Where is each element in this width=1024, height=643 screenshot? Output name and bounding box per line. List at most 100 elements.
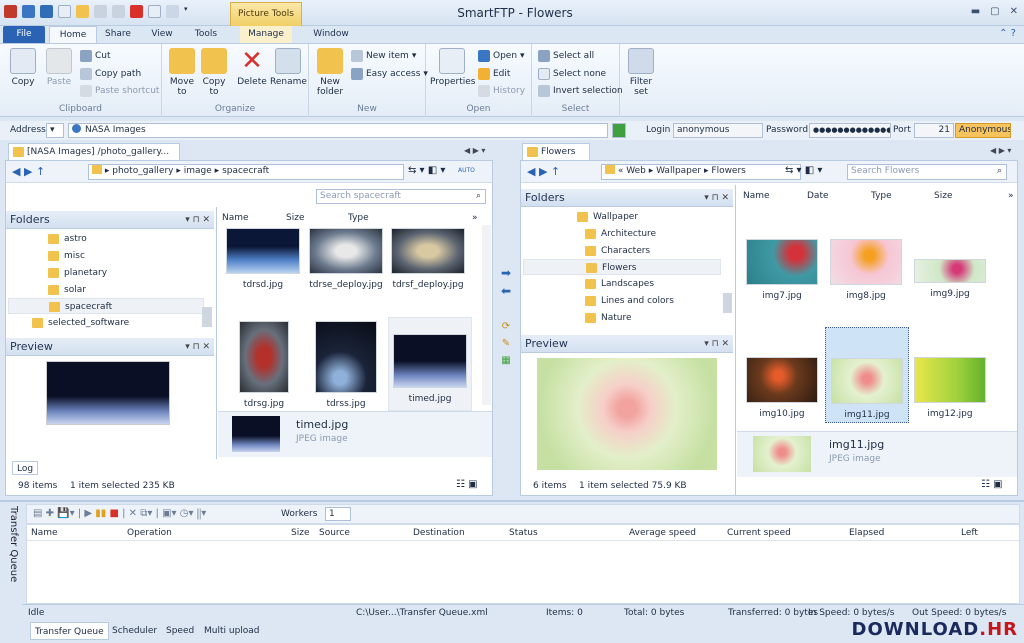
anonymous-toggle[interactable]: Anonymous [955, 123, 1011, 138]
easy-access-button[interactable]: Easy access ▾ [351, 68, 428, 80]
left-session-tab[interactable]: [NASA Images] /photo_gallery... ✕ [8, 143, 180, 173]
customize-chevron-icon[interactable]: ▾ [184, 5, 191, 18]
tab-manage[interactable]: Manage [240, 26, 292, 43]
breadcrumb-item[interactable]: Web [626, 166, 646, 176]
panel-controls-icon[interactable]: ▾ ⊓ ✕ [704, 189, 729, 207]
queue-col-elapsed[interactable]: Elapsed [849, 526, 884, 541]
breadcrumb-item[interactable]: Wallpaper [656, 166, 701, 176]
minimize-icon[interactable]: ▬ [971, 6, 980, 17]
workers-stepper[interactable]: 1 [325, 507, 351, 521]
file-thumbnail[interactable]: img9.jpg [911, 259, 989, 299]
edit-button[interactable]: Edit [478, 68, 510, 80]
col-header-date[interactable]: Date [807, 189, 829, 204]
cut-button[interactable]: Cut [80, 50, 111, 62]
breadcrumb-item[interactable]: Flowers [711, 166, 745, 176]
tab-tools[interactable]: Tools [186, 26, 226, 43]
panel-controls-icon[interactable]: ▾ ⊓ ✕ [185, 338, 210, 356]
col-header-size[interactable]: Size [286, 211, 304, 226]
queue-col-status[interactable]: Status [509, 526, 538, 541]
left-path-breadcrumb[interactable]: ▸ photo_gallery ▸ image ▸ spacecraft [88, 164, 404, 180]
file-thumbnail[interactable]: img10.jpg [743, 357, 821, 419]
copy-to-button[interactable]: Copy to [200, 48, 228, 97]
queue-col-operation[interactable]: Operation [127, 526, 172, 541]
log-tab[interactable]: Log [12, 461, 39, 475]
folder-item-selected[interactable]: Flowers [523, 259, 721, 275]
properties-icon[interactable] [148, 5, 161, 18]
paste-shortcut-button[interactable]: Paste shortcut [80, 85, 159, 97]
folder-icon[interactable] [40, 5, 53, 18]
more-columns-icon[interactable]: » [472, 211, 478, 226]
history-button[interactable]: History [478, 85, 525, 97]
upload-arrow-icon[interactable]: ➡ [498, 264, 514, 282]
filter-set-button[interactable]: Filter set [626, 48, 656, 97]
col-header-type[interactable]: Type [348, 211, 369, 226]
breadcrumb-item[interactable]: image [184, 166, 212, 176]
download-arrow-icon[interactable]: ⬅ [498, 282, 514, 300]
invert-selection-button[interactable]: Invert selection [538, 85, 623, 97]
close-icon[interactable]: ✕ [1010, 6, 1018, 17]
left-tab-nav[interactable]: ◀ ▶ ▾ [464, 146, 485, 155]
compare-icon[interactable]: ▦ [500, 352, 512, 369]
queue-col-average-speed[interactable]: Average speed [629, 526, 696, 541]
address-type-dropdown[interactable]: ▾ [46, 123, 64, 138]
properties-button[interactable]: Properties [430, 48, 475, 87]
left-toolbar-icons[interactable]: ⇆ ▾ ◧ ▾ [408, 165, 445, 176]
tab-file[interactable]: File [3, 26, 45, 43]
select-all-button[interactable]: Select all [538, 50, 594, 62]
delete-button[interactable]: ✕ Delete [236, 48, 268, 87]
col-header-name[interactable]: Name [222, 211, 249, 226]
tab-transfer-queue[interactable]: Transfer Queue [30, 622, 109, 640]
rename-icon[interactable] [166, 5, 179, 18]
paste-button[interactable]: Paste [44, 48, 74, 87]
folder-item[interactable]: misc [46, 248, 206, 264]
tab-window[interactable]: Window [305, 26, 357, 43]
file-thumbnail-selected[interactable]: timed.jpg [388, 317, 472, 411]
left-file-scrollbar[interactable] [482, 225, 491, 405]
copy-path-button[interactable]: Copy path [80, 68, 141, 80]
folder-item[interactable]: Architecture [583, 226, 723, 242]
file-thumbnail[interactable]: img7.jpg [743, 239, 821, 301]
address-input[interactable]: NASA Images [68, 123, 608, 138]
move-to-button[interactable]: Move to [168, 48, 196, 97]
view-mode-icons[interactable]: ☷ ▣ [456, 479, 478, 490]
password-input[interactable]: ●●●●●●●●●●●●●● [809, 123, 891, 138]
undo-icon[interactable] [94, 5, 107, 18]
select-none-button[interactable]: Select none [538, 68, 606, 80]
queue-col-size[interactable]: Size [291, 526, 309, 541]
new-icon[interactable] [58, 5, 71, 18]
redo-icon[interactable] [112, 5, 125, 18]
copy-button[interactable]: Copy [8, 48, 38, 87]
file-thumbnail[interactable]: tdrss.jpg [306, 321, 386, 409]
more-columns-icon[interactable]: » [1008, 189, 1014, 204]
left-nav-buttons[interactable]: ◀ ▶ ↑ [12, 165, 45, 178]
col-header-type[interactable]: Type [871, 189, 892, 204]
delete-icon[interactable] [130, 5, 143, 18]
breadcrumb-item[interactable]: spacecraft [222, 166, 269, 176]
folder-open-icon[interactable] [76, 5, 89, 18]
left-search-input[interactable]: Search spacecraft ⌕ [316, 189, 486, 204]
file-thumbnail[interactable]: img8.jpg [827, 239, 905, 301]
file-thumbnail[interactable]: img12.jpg [911, 357, 989, 419]
folder-item[interactable]: Nature [583, 310, 723, 326]
tab-multi-upload[interactable]: Multi upload [200, 622, 264, 640]
open-button[interactable]: Open ▾ [478, 50, 525, 62]
transfer-queue-side-label[interactable]: Transfer Queue [4, 506, 22, 616]
col-header-size[interactable]: Size [934, 189, 952, 204]
tab-view[interactable]: View [144, 26, 180, 43]
scrollbar-thumb[interactable] [202, 307, 212, 327]
edit-icon[interactable]: ✎ [500, 335, 512, 352]
folder-item[interactable]: solar [46, 282, 206, 298]
breadcrumb-item[interactable]: photo_gallery [112, 166, 173, 176]
folder-item[interactable]: Lines and colors [583, 293, 723, 309]
rename-button[interactable]: Rename [270, 48, 307, 87]
queue-col-name[interactable]: Name [31, 526, 58, 541]
view-mode-icons[interactable]: ☷ ▣ [981, 479, 1003, 490]
port-input[interactable]: 21 [914, 123, 954, 138]
folder-item[interactable]: planetary [46, 265, 206, 281]
queue-col-source[interactable]: Source [319, 526, 350, 541]
file-thumbnail[interactable]: tdrsg.jpg [224, 321, 304, 409]
file-thumbnail[interactable]: tdrse_deploy.jpg [306, 228, 386, 290]
queue-col-current-speed[interactable]: Current speed [727, 526, 791, 541]
auto-mode-icon[interactable]: AUTO [458, 167, 475, 174]
col-header-name[interactable]: Name [743, 189, 770, 204]
